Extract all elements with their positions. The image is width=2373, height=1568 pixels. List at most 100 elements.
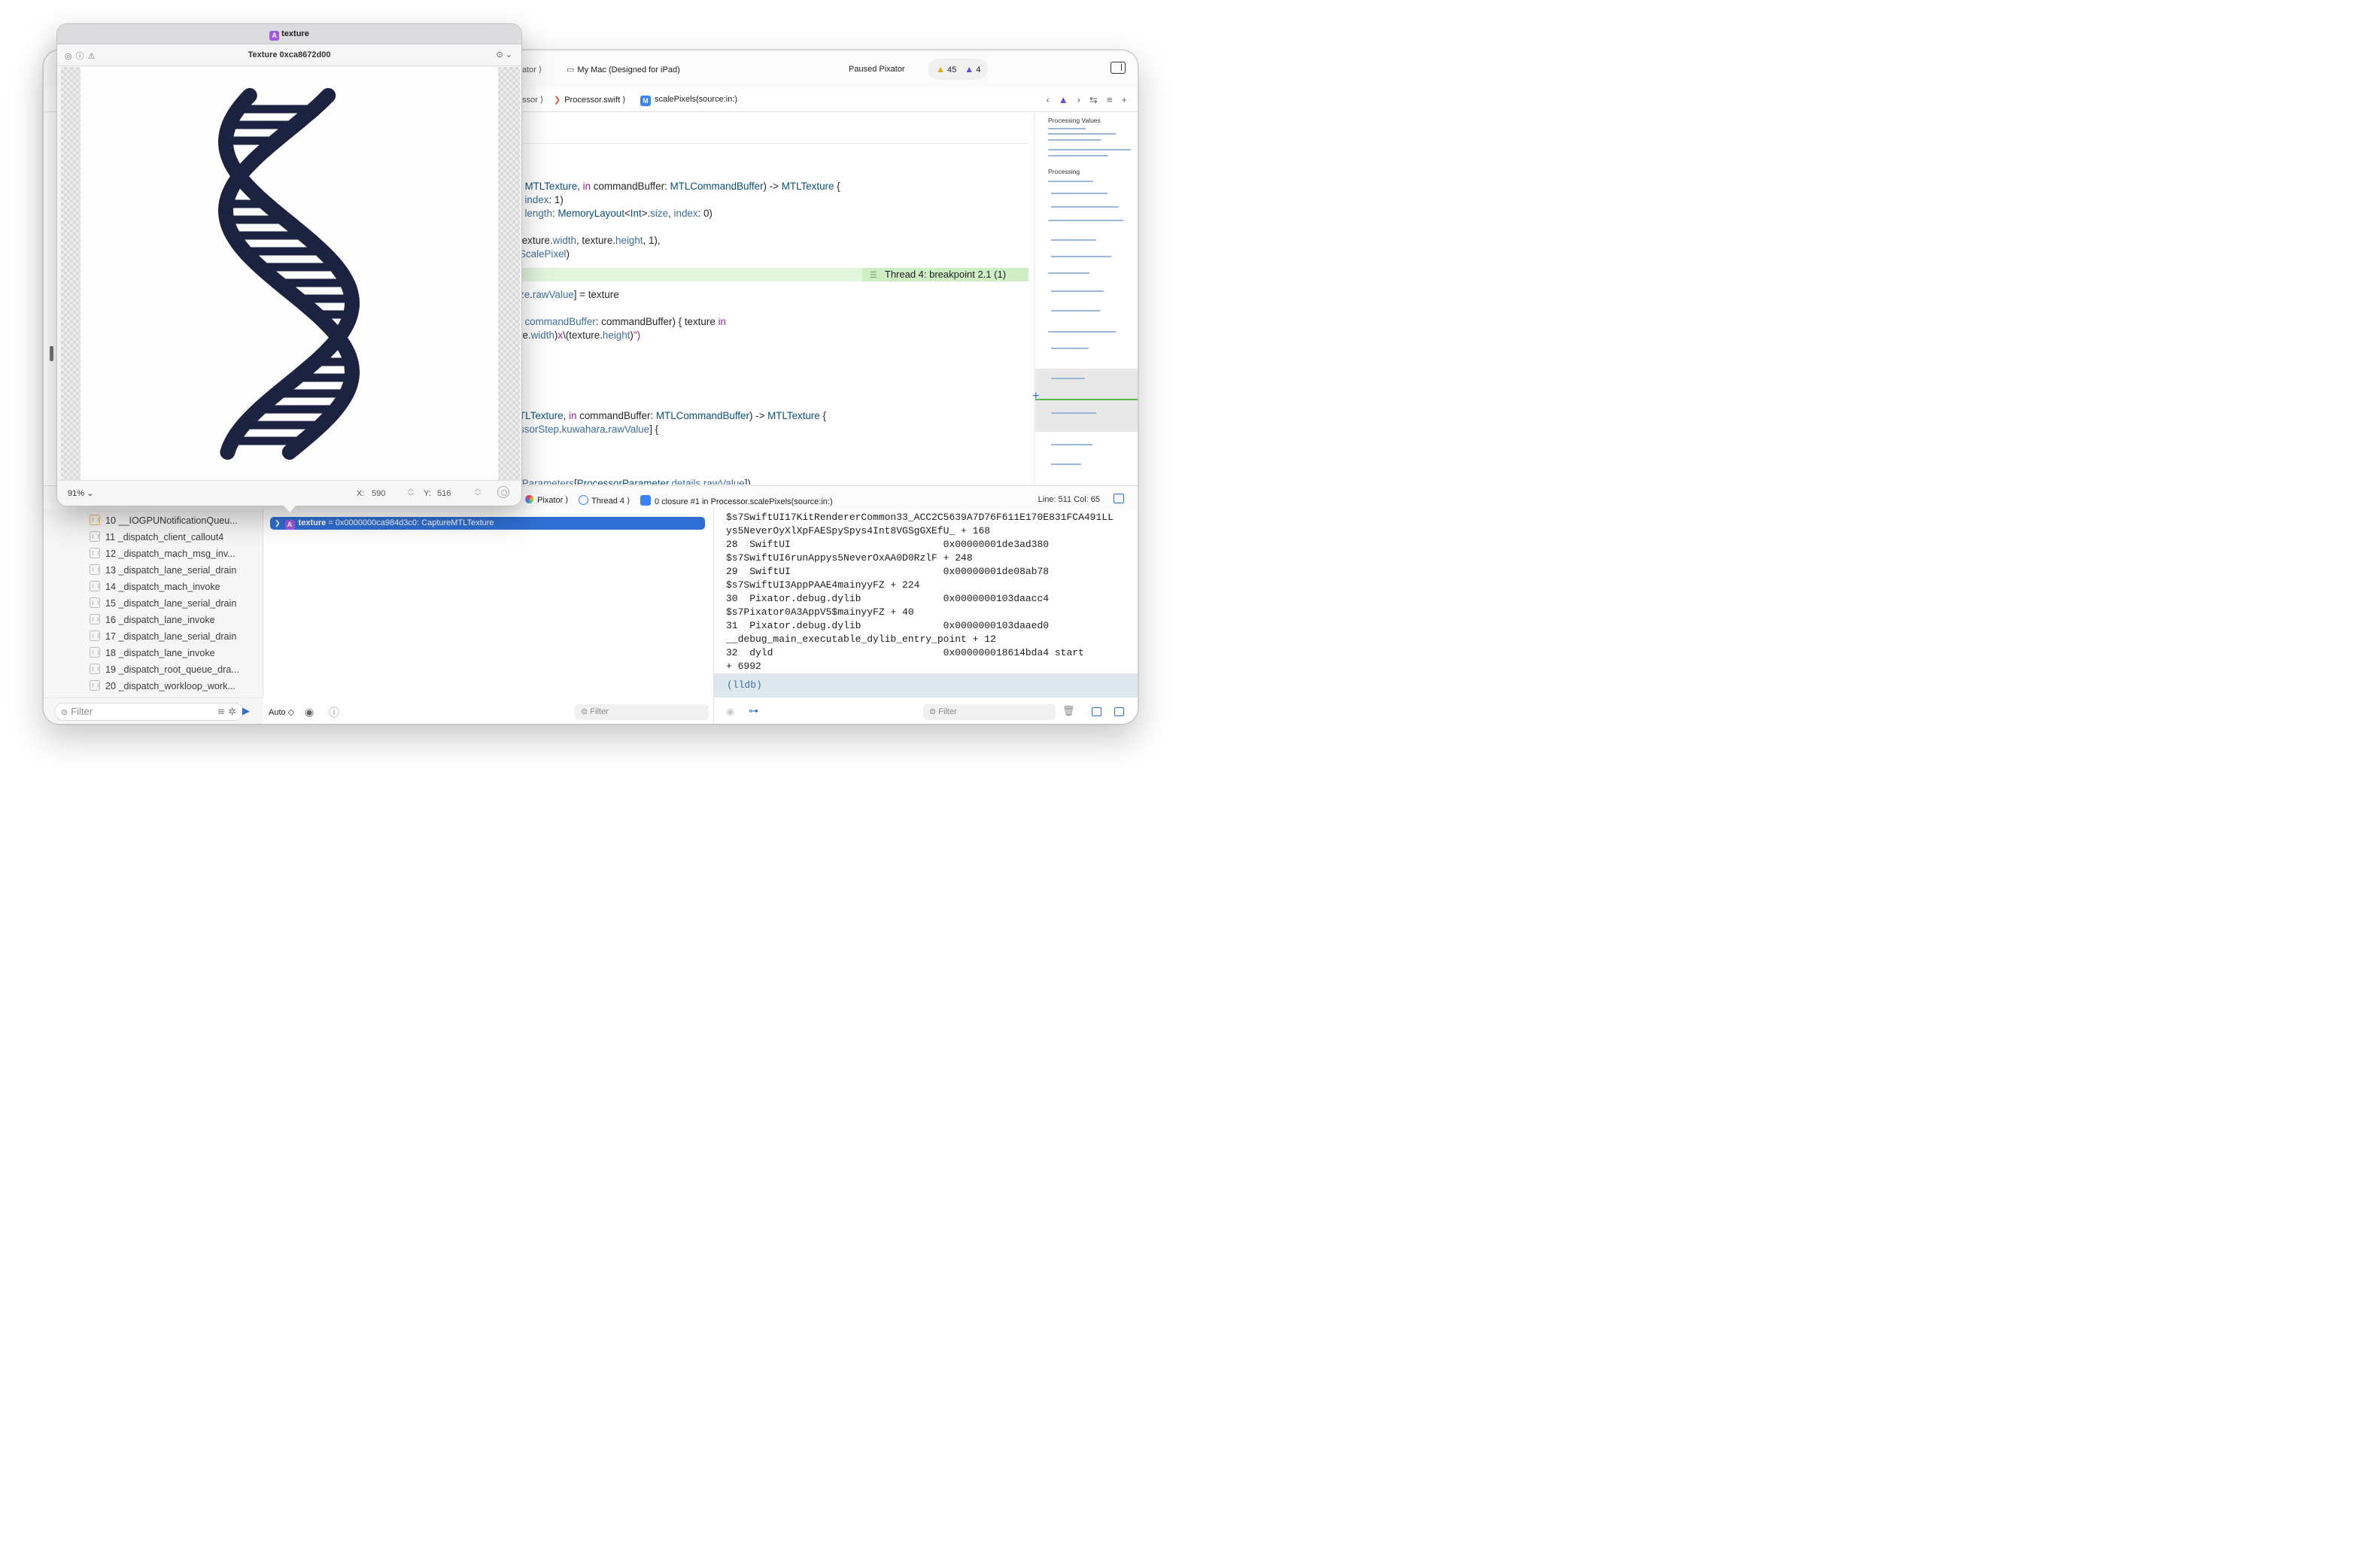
zoom-level: 91%	[68, 489, 85, 498]
laptop-icon: ▭	[567, 65, 575, 74]
process-label: Pixator	[537, 496, 564, 505]
minimap-line	[1051, 444, 1092, 445]
console-line: $s7SwiftUI3AppPAAE4mainyyFZ + 224	[726, 579, 920, 591]
show-console-button[interactable]	[1114, 707, 1124, 716]
variable-row[interactable]: ❯ Atexture = 0x0000000ca984d3c0: CaptureM…	[270, 517, 705, 530]
eye-icon[interactable]: ◉	[305, 706, 314, 719]
filter-icon: ⊜	[929, 707, 939, 716]
console-line: ys5NeverOyXlXpFAESpySpys4Int8VGSgGXEfU_ …	[726, 525, 991, 536]
x-value[interactable]: 590	[372, 489, 385, 498]
continue-icon[interactable]: ▶	[242, 705, 250, 717]
error-triangle-icon: ▲	[965, 64, 974, 74]
code-line: : MTLTexture, in commandBuffer: MTLComma…	[519, 181, 840, 192]
lldb-prompt[interactable]: (lldb)	[714, 673, 1138, 697]
texture-window-title: texture	[281, 29, 309, 38]
x-stepper[interactable]: ︿ ﹀	[408, 485, 414, 500]
editor-options-icon[interactable]: ≡	[1107, 94, 1113, 105]
back-icon[interactable]: ‹	[1046, 94, 1049, 105]
texture-header-title: Texture 0xca8672d00	[248, 50, 331, 59]
zoom-popup[interactable]: 91% ⌄	[68, 488, 93, 498]
stack-frame-item[interactable]: 15 _dispatch_lane_serial_drain	[90, 595, 261, 612]
code-line: TLTexture, in commandBuffer: MTLCommandB…	[519, 410, 827, 421]
stack-frame-item[interactable]: 11 _dispatch_client_callout4	[90, 529, 261, 545]
console-filter-field[interactable]: ⊜ Filter	[923, 704, 1056, 720]
sidebar-resize-handle[interactable]	[50, 346, 53, 361]
show-variables-button[interactable]	[1092, 707, 1101, 716]
minimap-line	[1048, 331, 1116, 333]
console-line: 32 dyld 0x000000018614bda4 start	[726, 647, 1084, 658]
stack-frame-item[interactable]: 12 _dispatch_mach_msg_inv...	[90, 545, 261, 562]
navigator-filter-field[interactable]: ⊜ Filter ≋ ✲	[54, 703, 244, 721]
eye-icon[interactable]: ◉	[726, 706, 734, 718]
stack-frame-item[interactable]: 18 _dispatch_lane_invoke	[90, 645, 261, 661]
stack-frame-item[interactable]: 17 _dispatch_lane_serial_drain	[90, 628, 261, 645]
issue-navigator-icon[interactable]: ▲	[1059, 94, 1068, 105]
dna-strand	[217, 88, 360, 460]
debug-area-toggle-button[interactable]	[1114, 494, 1124, 503]
minimap-line	[1051, 463, 1081, 465]
variables-scope-popup[interactable]: Auto ◇	[269, 707, 294, 717]
debug-stack-frame[interactable]: 0 closure #1 in Processor.scalePixels(so…	[640, 495, 833, 506]
y-stepper[interactable]: ︿ ﹀	[475, 485, 481, 500]
stack-frame-label: 15 _dispatch_lane_serial_drain	[105, 598, 237, 609]
more-options-icon[interactable]: ⊙ ⌄	[497, 50, 513, 59]
add-editor-icon[interactable]: +	[1121, 94, 1127, 105]
frame-icon	[90, 647, 100, 658]
jumpbar-file[interactable]: ❯ Processor.swift ⟩	[554, 95, 626, 105]
console-view[interactable]: $s7SwiftUI17KitRendererCommon33_ACC2C563…	[713, 509, 1138, 724]
variables-filter-field[interactable]: ⊜ Filter	[575, 704, 709, 720]
add-icon[interactable]: +	[1032, 390, 1039, 403]
variables-footer: Auto ◇ ◉ ⓘ ⊜ Filter	[263, 699, 713, 724]
texture-image	[81, 67, 498, 481]
inspector-toggle-button[interactable]	[1111, 62, 1126, 74]
popover-arrow	[283, 505, 296, 512]
stack-frame-item[interactable]: 20 _dispatch_workloop_work...	[90, 678, 261, 694]
minimap-mark: Processing Values	[1048, 117, 1101, 124]
related-items-icon[interactable]: ⇆	[1089, 94, 1098, 105]
run-destination-selector[interactable]: ▭ My Mac (Designed for iPad)	[567, 65, 680, 74]
minimap-line	[1048, 272, 1089, 274]
info-icon[interactable]: ⓘ	[329, 705, 339, 720]
editor-divider	[519, 143, 1029, 144]
debug-process[interactable]: Pixator ⟩	[525, 495, 569, 505]
console-line: 31 Pixator.debug.dylib 0x0000000103daaed…	[726, 620, 1050, 631]
stack-frame-item[interactable]: 10 __IOGPUNotificationQueu...	[90, 512, 261, 529]
debug-thread[interactable]: Thread 4 ⟩	[579, 495, 630, 506]
minimap-line	[1051, 378, 1085, 379]
stack-frame-item[interactable]: 19 _dispatch_root_queue_dra...	[90, 661, 261, 678]
minimap-line	[1051, 290, 1104, 292]
output-toggle-icon[interactable]: ⊶	[749, 705, 758, 717]
disclosure-icon[interactable]: ❯	[275, 519, 281, 527]
minimap-line	[1051, 256, 1111, 257]
scheme-selector[interactable]: ator ⟩	[522, 65, 542, 74]
stack-frame-label: 20 _dispatch_workloop_work...	[105, 681, 235, 691]
trash-icon[interactable]: 🗑	[1062, 705, 1075, 717]
breakpoint-annotation[interactable]: ☰ Thread 4: breakpoint 2.1 (1)	[862, 268, 1029, 281]
method-icon: M	[640, 96, 651, 106]
jumpbar-group[interactable]: ssor ⟩	[522, 95, 543, 105]
texture-window-titlebar[interactable]: Atexture	[57, 24, 521, 44]
stack-frame-item[interactable]: 13 _dispatch_lane_serial_drain	[90, 562, 261, 579]
y-value[interactable]: 516	[437, 489, 451, 498]
filter-options-icons[interactable]: ≋ ✲	[217, 703, 236, 720]
stack-frame-item[interactable]: 16 _dispatch_lane_invoke	[90, 612, 261, 628]
console-line: $s7SwiftUI17KitRendererCommon33_ACC2C563…	[726, 512, 1114, 523]
issues-indicator[interactable]: ▲ 45 ▲ 4	[928, 59, 989, 80]
console-output: $s7SwiftUI17KitRendererCommon33_ACC2C563…	[726, 511, 1114, 673]
code-minimap[interactable]: Processing Values Processing +	[1032, 113, 1138, 485]
texture-canvas[interactable]	[61, 67, 520, 481]
variable-value: = 0x0000000ca984d3c0: CaptureMTLTexture	[326, 518, 494, 527]
minimap-line	[1048, 149, 1131, 150]
code-line: re.width)x\(texture.height)")	[519, 330, 641, 341]
console-line: __debug_main_executable_dylib_entry_poin…	[726, 634, 996, 645]
y-label: Y:	[424, 489, 431, 498]
jumpbar-symbol[interactable]: MscalePixels(source:in:)	[640, 95, 737, 106]
pick-pixel-icon[interactable]	[497, 486, 509, 498]
minimap-line	[1051, 239, 1096, 241]
console-footer: ◉ ⊶ ⊜ Filter 🗑	[714, 699, 1138, 724]
variable-name: texture	[298, 518, 327, 527]
forward-icon[interactable]: ›	[1077, 94, 1080, 105]
stack-frame-label: 13 _dispatch_lane_serial_drain	[105, 565, 237, 576]
code-line: tParameters[ProcessorParameter.details.r…	[519, 478, 751, 485]
stack-frame-item[interactable]: 14 _dispatch_mach_invoke	[90, 579, 261, 595]
